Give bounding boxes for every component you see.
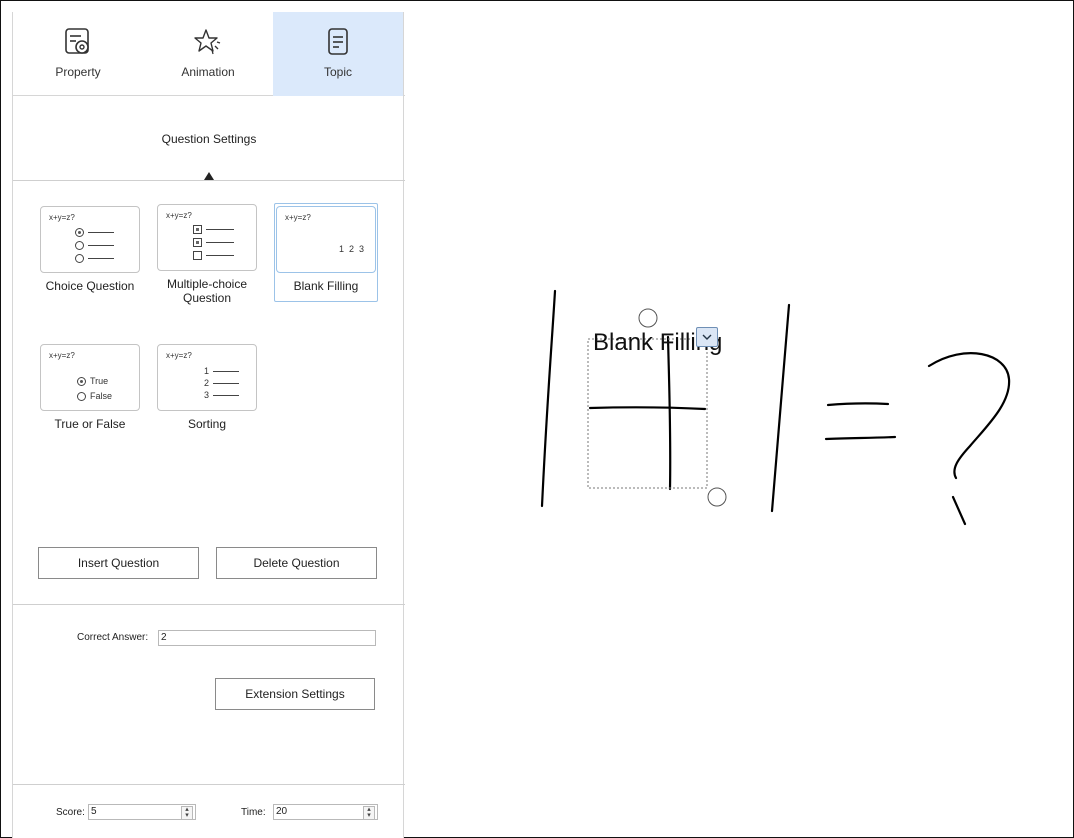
question-type-choice[interactable]: x+y=z? Choice Question <box>40 206 140 293</box>
question-type-true-false[interactable]: x+y=z? True False True or False <box>40 344 140 431</box>
question-type-label: Multiple-choice Question <box>166 277 248 305</box>
topic-document-icon <box>322 26 354 58</box>
preview-equation: x+y=z? <box>49 351 75 360</box>
extension-settings-button[interactable]: Extension Settings <box>215 678 375 710</box>
question-type-blank-filling[interactable]: x+y=z? 1 2 3 Blank Filling <box>276 206 376 293</box>
insert-question-button[interactable]: Insert Question <box>38 547 199 579</box>
time-label: Time: <box>241 807 266 818</box>
chevron-down-icon[interactable] <box>696 327 718 347</box>
false-label: False <box>90 391 113 401</box>
selection-box <box>587 338 708 489</box>
time-input[interactable]: 20 ▴ ▾ <box>273 804 378 820</box>
tab-topic-label: Topic <box>323 65 352 79</box>
resize-handle <box>707 487 727 507</box>
sort-index: 2 <box>204 378 210 388</box>
tab-property-label: Property <box>55 65 101 79</box>
radio-icon <box>75 228 84 237</box>
slide-canvas[interactable]: Blank Filling <box>405 1 1073 837</box>
preview-equation: x+y=z? <box>166 211 192 220</box>
ink-stroke <box>588 406 707 411</box>
rotate-handle <box>638 308 658 328</box>
question-type-label: True or False <box>54 417 126 431</box>
topic-panel: Property Animation Topic Question Settin… <box>12 12 405 838</box>
ink-stroke <box>540 289 557 508</box>
checkbox-icon <box>193 225 202 234</box>
checkbox-icon <box>193 251 202 260</box>
score-value: 5 <box>91 806 97 817</box>
sort-index: 3 <box>204 390 210 400</box>
score-label: Score: <box>56 807 85 818</box>
correct-answer-input[interactable]: 2 <box>158 630 376 646</box>
tab-topic[interactable]: Topic <box>273 12 403 96</box>
question-type-label: Sorting <box>187 417 227 431</box>
radio-icon <box>77 391 86 401</box>
ink-stroke <box>666 335 672 491</box>
divider <box>13 604 405 605</box>
divider <box>13 180 405 181</box>
question-type-label: Choice Question <box>45 279 135 293</box>
tab-property[interactable]: Property <box>13 12 143 96</box>
radio-icon <box>75 241 84 250</box>
sorting-preview: x+y=z? 1 2 3 <box>157 344 257 411</box>
panel-tabs: Property Animation Topic <box>13 12 405 96</box>
question-type-sorting[interactable]: x+y=z? 1 2 3 Sorting <box>157 344 257 431</box>
time-value: 20 <box>276 806 288 817</box>
correct-answer-label: Correct Answer: <box>77 632 149 643</box>
checkbox-icon <box>193 238 202 247</box>
tab-animation[interactable]: Animation <box>143 12 273 96</box>
animation-star-icon <box>192 26 224 58</box>
choice-preview: x+y=z? <box>40 206 140 273</box>
question-settings-title: Question Settings <box>161 132 257 146</box>
ink-stroke <box>824 435 897 441</box>
question-type-multiple-choice[interactable]: x+y=z? Multiple-choice Question <box>157 204 257 305</box>
true-label: True <box>90 376 109 386</box>
ink-stroke <box>826 402 890 407</box>
true-false-preview: x+y=z? True False <box>40 344 140 411</box>
multiple-choice-preview: x+y=z? <box>157 204 257 271</box>
ink-stroke <box>927 352 1011 480</box>
sort-index: 1 <box>204 366 210 376</box>
ink-stroke <box>770 303 791 513</box>
preview-values: 1 2 3 <box>339 244 365 254</box>
preview-equation: x+y=z? <box>166 351 192 360</box>
time-spinner-icon[interactable]: ▴ ▾ <box>363 806 375 820</box>
preview-equation: x+y=z? <box>285 213 311 222</box>
radio-icon <box>75 254 84 263</box>
property-settings-icon <box>62 26 94 58</box>
ink-stroke <box>951 495 967 526</box>
score-input[interactable]: 5 ▴ ▾ <box>88 804 196 820</box>
tab-animation-label: Animation <box>181 65 235 79</box>
question-type-label: Blank Filling <box>293 279 359 293</box>
blank-filling-preview: x+y=z? 1 2 3 <box>276 206 376 273</box>
handwriting-strokes <box>540 289 1011 526</box>
preview-equation: x+y=z? <box>49 213 75 222</box>
divider <box>13 784 405 785</box>
radio-icon <box>77 376 86 386</box>
delete-question-button[interactable]: Delete Question <box>216 547 377 579</box>
score-spinner-icon[interactable]: ▴ ▾ <box>181 806 193 820</box>
collapse-arrow-icon[interactable] <box>204 172 214 180</box>
